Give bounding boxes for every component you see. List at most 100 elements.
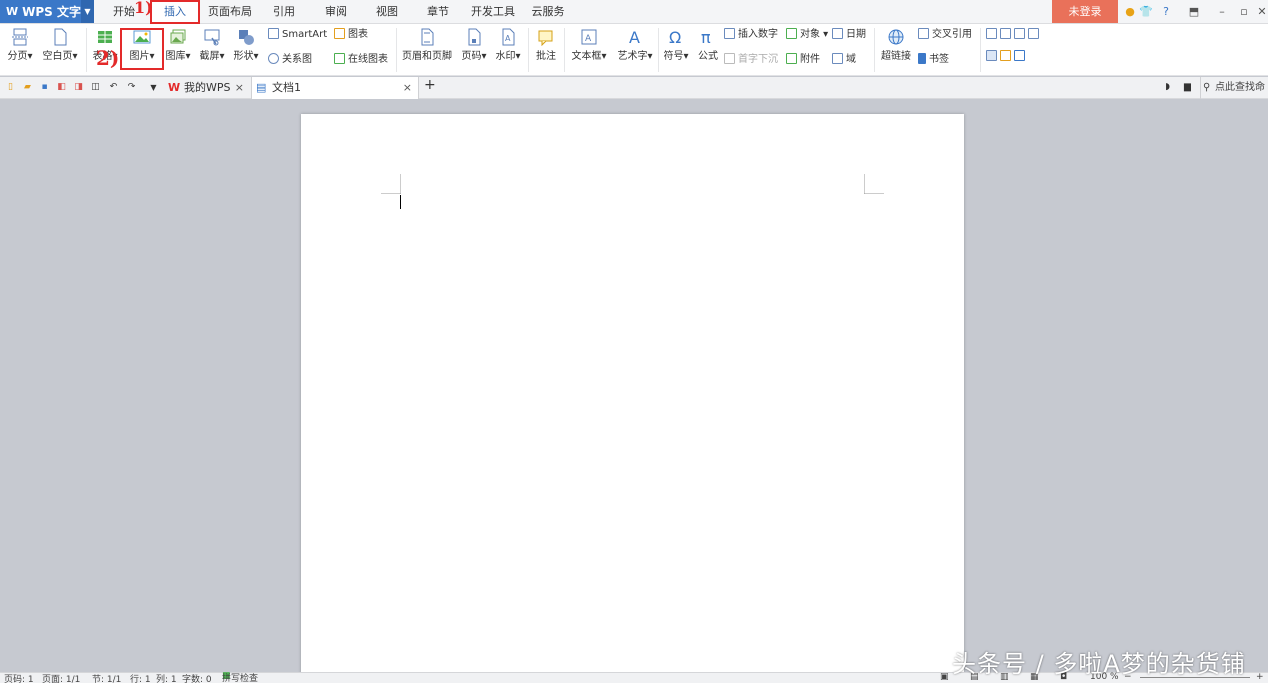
insert-number-button[interactable]: 插入数字 bbox=[724, 27, 778, 43]
chart-button[interactable]: 图表 bbox=[334, 27, 368, 43]
field-button[interactable]: 域 bbox=[832, 52, 856, 68]
form-tools[interactable] bbox=[986, 49, 1028, 65]
wordart-icon: A bbox=[629, 28, 640, 46]
relation-button[interactable]: 关系图 bbox=[268, 52, 312, 68]
number-icon bbox=[724, 28, 735, 39]
close-tab-icon[interactable]: × bbox=[403, 77, 412, 99]
restore-ribbon-icon[interactable]: ⬒ bbox=[1186, 4, 1202, 20]
table-icon bbox=[98, 31, 112, 43]
minimize-icon[interactable]: – bbox=[1214, 4, 1230, 20]
view-mode-icon[interactable]: ▣ bbox=[940, 672, 949, 682]
help-icon[interactable]: ? bbox=[1158, 4, 1174, 20]
save-icon[interactable]: ▪ bbox=[39, 82, 50, 93]
page-number-button[interactable]: 页码▾ bbox=[458, 28, 490, 64]
tab-developer[interactable]: 开发工具 bbox=[468, 0, 518, 24]
status-page-num: 页码: 1 bbox=[4, 675, 34, 683]
form-shading-icon[interactable] bbox=[1000, 50, 1011, 61]
maximize-icon[interactable]: ▫ bbox=[1236, 4, 1252, 20]
chevron-down-icon[interactable]: ▼ bbox=[81, 0, 94, 23]
ribbon-separator bbox=[396, 28, 397, 72]
page-break-button[interactable]: 分页▾ bbox=[4, 28, 36, 64]
new-file-icon[interactable]: ▯ bbox=[5, 82, 16, 93]
redo-icon[interactable]: ↷ bbox=[126, 82, 137, 93]
tab-insert[interactable]: 插入 bbox=[150, 0, 200, 24]
status-section: 节: 1/1 bbox=[92, 675, 122, 683]
document-page[interactable] bbox=[301, 114, 964, 674]
form-design-icon[interactable] bbox=[986, 50, 997, 61]
svg-text:A: A bbox=[505, 34, 511, 43]
find-command-input[interactable]: ⚲ 点此查找命 bbox=[1200, 77, 1266, 99]
status-pages: 页面: 1/1 bbox=[42, 675, 81, 683]
form-checkbox-icon[interactable] bbox=[1000, 28, 1011, 39]
tab-my-wps[interactable]: W 我的WPS × bbox=[164, 77, 250, 99]
close-icon[interactable]: ✕ bbox=[1254, 4, 1268, 20]
blank-page-icon bbox=[54, 28, 67, 46]
close-tab-icon[interactable]: × bbox=[235, 77, 244, 99]
zoom-in-icon[interactable]: + bbox=[1256, 672, 1264, 682]
dropcap-icon bbox=[724, 53, 735, 64]
comment-button[interactable]: 批注 bbox=[532, 28, 560, 64]
print-icon[interactable]: ◨ bbox=[73, 82, 84, 93]
login-button[interactable]: 未登录 bbox=[1052, 0, 1118, 23]
svg-text:π: π bbox=[701, 28, 711, 46]
tab-references[interactable]: 引用 bbox=[268, 0, 300, 24]
search-icon: ⚲ bbox=[1203, 82, 1211, 93]
tab-view[interactable]: 视图 bbox=[371, 0, 403, 24]
cross-ref-button[interactable]: 交叉引用 bbox=[918, 27, 972, 43]
new-tab-icon[interactable]: + bbox=[424, 78, 436, 92]
formula-button[interactable]: π 公式 bbox=[694, 28, 722, 64]
watermark-button[interactable]: A 水印▾ bbox=[492, 28, 524, 64]
object-button[interactable]: 对象 ▾ bbox=[786, 27, 828, 43]
attachment-button[interactable]: 附件 bbox=[786, 52, 820, 68]
shirt-icon[interactable]: 👕 bbox=[1138, 4, 1154, 20]
bookmark-button[interactable]: 书签 bbox=[918, 52, 949, 68]
form-controls[interactable] bbox=[986, 27, 1042, 43]
screenshot-button[interactable]: 截屏▾ bbox=[196, 28, 228, 64]
form-frame-icon[interactable] bbox=[1028, 28, 1039, 39]
dropcap-button[interactable]: 首字下沉 bbox=[724, 52, 778, 68]
status-row: 行: 1 bbox=[130, 675, 151, 683]
document-icon: ▤ bbox=[256, 81, 267, 94]
tab-document1[interactable]: ▤ 文档1 × bbox=[251, 77, 419, 99]
page-break-icon bbox=[12, 28, 28, 46]
header-footer-button[interactable]: 页眉和页脚 bbox=[400, 28, 454, 64]
tab-review[interactable]: 审阅 bbox=[320, 0, 352, 24]
form-dropdown-icon[interactable] bbox=[1014, 28, 1025, 39]
symbol-button[interactable]: Ω 符号▾ bbox=[660, 28, 692, 64]
margin-mark-top-left bbox=[381, 174, 401, 194]
date-button[interactable]: 日期 bbox=[832, 27, 866, 43]
annotation-step2: 2) bbox=[96, 46, 120, 70]
tab-page-layout[interactable]: 页面布局 bbox=[206, 0, 254, 24]
app-menu-button[interactable]: W WPS 文字 ▼ bbox=[0, 0, 94, 23]
page-number-icon bbox=[468, 28, 481, 46]
document-canvas[interactable] bbox=[0, 99, 1268, 674]
document-tab-bar: ▯ ▰ ▪ ◧ ◨ ◫ ↶ ↷ ▼ W 我的WPS × ▤ 文档1 × + ◗ … bbox=[0, 77, 1268, 99]
export-pdf-icon[interactable]: ◧ bbox=[56, 82, 67, 93]
annotation-step1: 1) bbox=[134, 0, 153, 17]
list-icon[interactable]: ▆ bbox=[1182, 82, 1193, 93]
customize-dropdown-icon[interactable]: ▼ bbox=[148, 82, 159, 93]
shapes-button[interactable]: 形状▾ bbox=[230, 28, 262, 64]
lock-icon[interactable] bbox=[1014, 50, 1025, 61]
tab-section[interactable]: 章节 bbox=[422, 0, 454, 24]
gallery-button[interactable]: 图库▾ bbox=[162, 28, 194, 64]
textbox-button[interactable]: A 文本框▾ bbox=[568, 28, 610, 64]
wordart-button[interactable]: A 艺术字▾ bbox=[614, 28, 656, 64]
skin-icon[interactable]: ● bbox=[1122, 4, 1138, 20]
ribbon-separator bbox=[658, 28, 659, 72]
smartart-button[interactable]: SmartArt bbox=[268, 27, 327, 43]
hyperlink-button[interactable]: 超链接 bbox=[878, 28, 914, 64]
margin-mark-top-right bbox=[864, 174, 884, 194]
header-footer-icon bbox=[421, 28, 434, 46]
form-textbox-icon[interactable] bbox=[986, 28, 997, 39]
blank-page-button[interactable]: 空白页▾ bbox=[40, 28, 80, 64]
print-preview-icon[interactable]: ◫ bbox=[90, 82, 101, 93]
open-folder-icon[interactable]: ▰ bbox=[22, 82, 33, 93]
online-chart-button[interactable]: 在线图表 bbox=[334, 52, 388, 68]
smartart-icon bbox=[268, 28, 279, 39]
tab-cloud[interactable]: 云服务 bbox=[528, 0, 568, 24]
title-bar: W WPS 文字 ▼ 开始 插入 页面布局 引用 审阅 视图 章节 开发工具 云… bbox=[0, 0, 1268, 24]
bookmark-icon bbox=[918, 53, 926, 64]
undo-icon[interactable]: ↶ bbox=[108, 82, 119, 93]
doc-nav-icon[interactable]: ◗ bbox=[1162, 82, 1173, 93]
